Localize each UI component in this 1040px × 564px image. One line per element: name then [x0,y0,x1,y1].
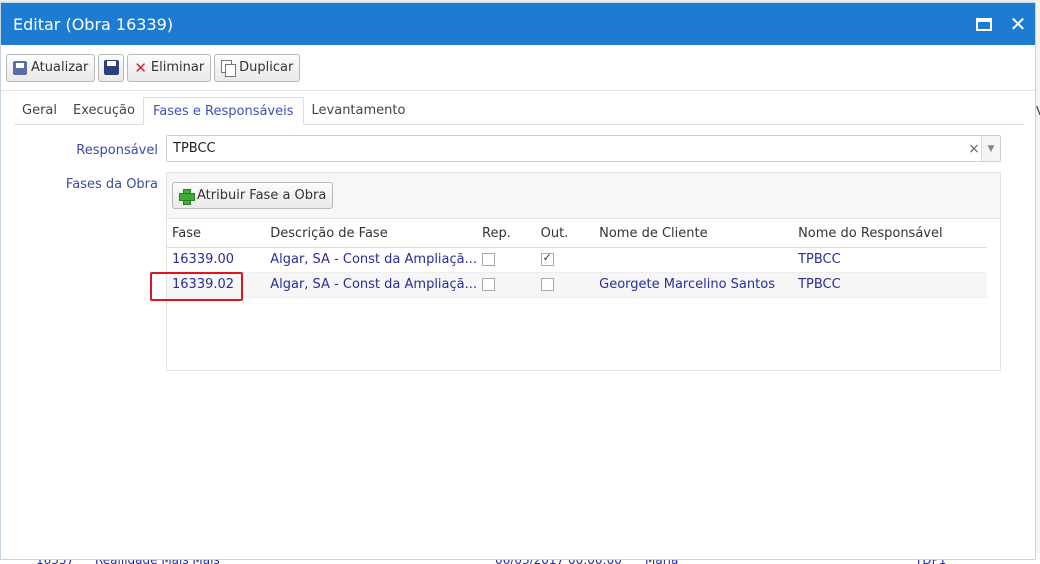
close-icon: ✕ [1009,12,1027,36]
column-header-rep[interactable]: Rep. [477,221,536,248]
cliente-cell[interactable]: Georgete Marcelino Santos [594,272,794,298]
duplicate-label: Duplicar [239,60,294,75]
fases-obra-label: Fases da Obra [65,177,158,192]
table-header-row: Fase Descrição de Fase Rep. Out. Nome de… [167,221,987,248]
column-header-descricao[interactable]: Descrição de Fase [265,221,478,248]
fases-panel: Atribuir Fase a Obra Fase Descrição de F… [166,172,1001,371]
tab-geral[interactable]: Geral [14,97,65,125]
plus-icon [179,188,195,205]
background-page-edge: V [1036,0,1040,564]
refresh-button[interactable]: Atualizar [6,53,96,82]
delete-button[interactable]: ✕ Eliminar [127,53,212,82]
descricao-cell[interactable]: Algar, SA - Const da Ampliaçã... [265,272,478,298]
rep-cell [477,247,536,273]
dialog-title: Editar (Obra 16339) [13,14,174,34]
responsavel-cell[interactable]: TPBCC [793,247,987,273]
tab-execucao[interactable]: Execução [65,97,143,125]
refresh-save-icon [13,60,27,75]
refresh-label: Atualizar [31,60,89,75]
toolbar: Atualizar ✕ Eliminar Duplicar [1,45,1035,91]
responsavel-cell[interactable]: TPBCC [793,272,987,298]
responsavel-select[interactable]: TPBCC × ▼ [166,135,1001,162]
background-edge-text: V [1036,104,1040,118]
dropdown-arrow-icon[interactable]: ▼ [981,136,1000,161]
cliente-cell[interactable] [594,247,794,273]
out-cell [535,247,595,273]
assign-phase-label: Atribuir Fase a Obra [197,188,327,203]
phases-table: Fase Descrição de Fase Rep. Out. Nome de… [167,221,987,298]
highlight-annotation [150,272,243,301]
copy-icon [221,59,237,77]
assign-phase-button[interactable]: Atribuir Fase a Obra [172,182,334,209]
duplicate-button[interactable]: Duplicar [214,53,301,82]
column-header-out[interactable]: Out. [535,221,595,248]
responsavel-value: TPBCC [173,141,216,156]
save-button[interactable] [98,53,125,82]
maximize-icon [976,17,992,31]
out-cell [535,272,595,298]
column-header-cliente[interactable]: Nome de Cliente [594,221,794,248]
clear-selection-icon[interactable]: × [967,141,981,157]
descricao-cell[interactable]: Algar, SA - Const da Ampliaçã... [265,247,478,273]
column-header-responsavel[interactable]: Nome do Responsável [793,221,987,248]
tab-levantamento[interactable]: Levantamento [304,97,414,125]
responsavel-label: Responsável [76,143,158,158]
fases-panel-toolbar: Atribuir Fase a Obra [167,173,1000,219]
table-row[interactable]: 16339.02 Algar, SA - Const da Ampliaçã..… [167,272,987,298]
close-button[interactable]: ✕ [1001,3,1035,45]
rep-checkbox[interactable] [482,253,496,266]
tab-fases-responsaveis[interactable]: Fases e Responsáveis [142,97,304,125]
dialog-titlebar[interactable]: Editar (Obra 16339) ✕ [1,3,1035,45]
delete-label: Eliminar [150,60,205,75]
tab-bar: Geral Execução Fases e Responsáveis Leva… [14,97,1024,125]
floppy-disk-icon [103,60,119,75]
out-checkbox[interactable] [540,278,554,291]
rep-cell [477,272,536,298]
rep-checkbox[interactable] [482,278,496,291]
delete-x-icon: ✕ [134,58,147,77]
column-header-fase[interactable]: Fase [167,221,266,248]
out-checkbox[interactable] [540,251,554,266]
maximize-button[interactable] [967,3,1001,45]
fase-cell[interactable]: 16339.00 [167,247,266,273]
table-row[interactable]: 16339.00 Algar, SA - Const da Ampliaçã..… [167,247,987,273]
